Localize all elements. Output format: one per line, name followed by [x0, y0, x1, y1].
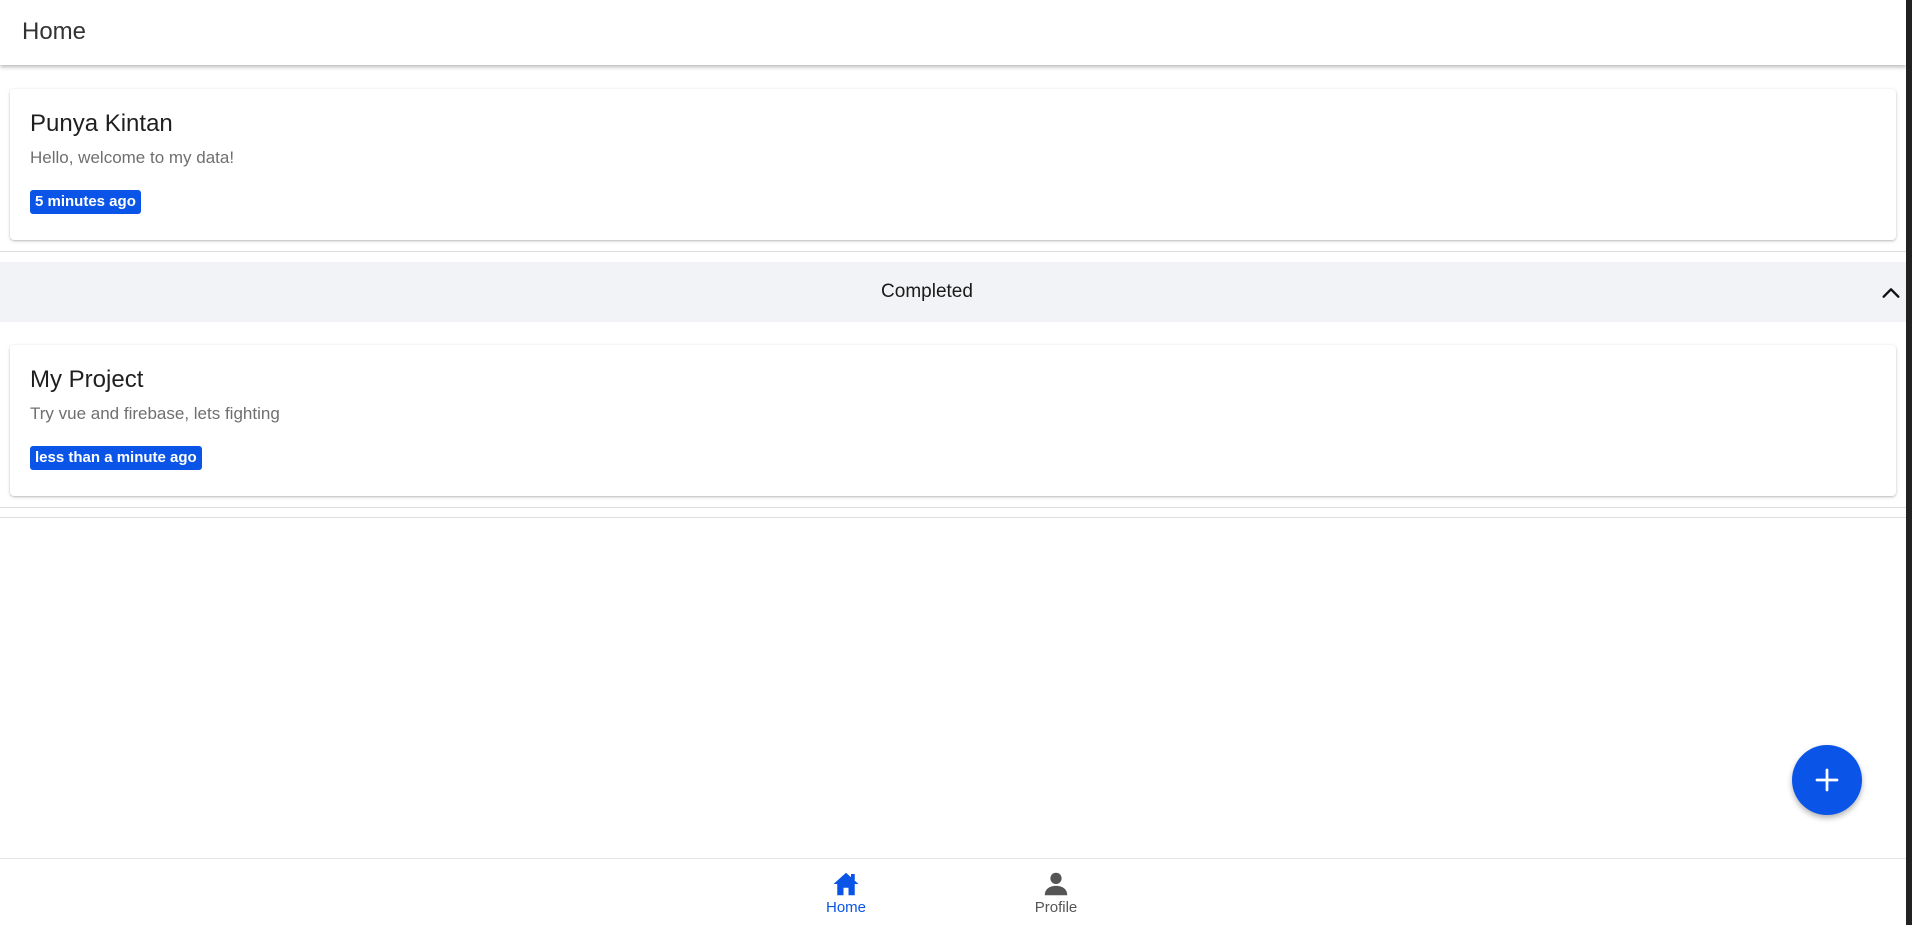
- window-edge: [1906, 0, 1912, 925]
- nav-item-home-label: Home: [825, 899, 866, 916]
- nav-item-home[interactable]: Home: [791, 869, 901, 919]
- list-divider: [0, 251, 1906, 252]
- nav-item-profile-label: Profile: [1034, 899, 1078, 916]
- task-time-badge: 5 minutes ago: [30, 190, 141, 214]
- task-title: Punya Kintan: [30, 110, 173, 137]
- list-divider: [0, 507, 1906, 508]
- completed-section-header[interactable]: Completed: [0, 262, 1906, 322]
- app-root: Home Punya Kintan Hello, welcome to my d…: [0, 0, 1906, 925]
- task-description: Hello, welcome to my data!: [30, 148, 235, 167]
- completed-task-description: Try vue and firebase, lets fighting: [30, 404, 280, 423]
- list-divider: [0, 517, 1906, 518]
- app-bar: Home: [0, 0, 1906, 65]
- viewport: Home Punya Kintan Hello, welcome to my d…: [0, 0, 1912, 925]
- chevron-up-icon[interactable]: [1880, 282, 1902, 304]
- completed-section-title: Completed: [881, 281, 973, 302]
- completed-task-time-badge: less than a minute ago: [30, 446, 202, 470]
- person-icon: [1044, 872, 1068, 896]
- task-card[interactable]: Punya Kintan Hello, welcome to my data! …: [10, 89, 1896, 240]
- completed-task-card[interactable]: My Project Try vue and firebase, lets fi…: [10, 345, 1896, 496]
- nav-item-profile[interactable]: Profile: [1001, 869, 1111, 919]
- plus-icon: [1815, 768, 1839, 792]
- home-icon: [833, 872, 859, 896]
- completed-task-title: My Project: [30, 366, 144, 393]
- add-task-button[interactable]: [1792, 745, 1862, 815]
- page-title: Home: [22, 18, 87, 45]
- bottom-navigation: Home Profile: [0, 858, 1906, 925]
